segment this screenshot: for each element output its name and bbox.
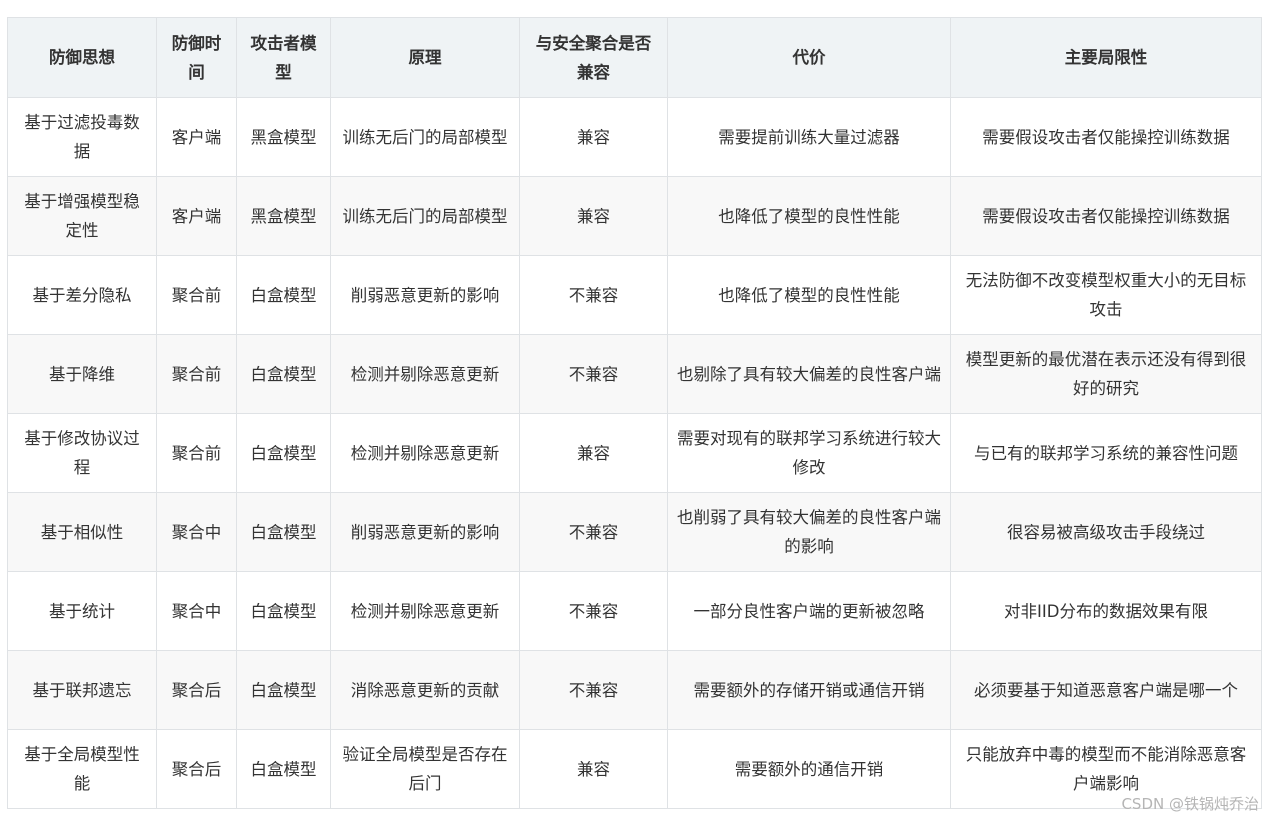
- cell-defense-idea: 基于相似性: [7, 492, 157, 572]
- cell-cost: 也剔除了具有较大偏差的良性客户端: [667, 334, 951, 414]
- cell-compatible: 不兼容: [519, 255, 668, 335]
- cell-principle: 训练无后门的局部模型: [330, 97, 520, 177]
- cell-principle: 检测并剔除恶意更新: [330, 413, 520, 493]
- table-row: 基于联邦遗忘 聚合后 白盒模型 消除恶意更新的贡献 不兼容 需要额外的存储开销或…: [7, 650, 1262, 730]
- cell-cost: 也削弱了具有较大偏差的良性客户端的影响: [667, 492, 951, 572]
- cell-cost: 需要提前训练大量过滤器: [667, 97, 951, 177]
- cell-defense-idea: 基于增强模型稳定性: [7, 176, 157, 256]
- cell-limitation: 需要假设攻击者仅能操控训练数据: [950, 176, 1262, 256]
- cell-cost: 一部分良性客户端的更新被忽略: [667, 571, 951, 651]
- header-principle: 原理: [330, 17, 520, 98]
- cell-defense-time: 客户端: [156, 176, 237, 256]
- cell-defense-time: 聚合后: [156, 650, 237, 730]
- header-defense-time: 防御时间: [156, 17, 237, 98]
- cell-limitation: 很容易被高级攻击手段绕过: [950, 492, 1262, 572]
- table-row: 基于过滤投毒数据 客户端 黑盒模型 训练无后门的局部模型 兼容 需要提前训练大量…: [7, 97, 1262, 177]
- cell-principle: 削弱恶意更新的影响: [330, 492, 520, 572]
- cell-defense-idea: 基于过滤投毒数据: [7, 97, 157, 177]
- cell-attacker-model: 黑盒模型: [236, 97, 331, 177]
- table-row: 基于相似性 聚合中 白盒模型 削弱恶意更新的影响 不兼容 也削弱了具有较大偏差的…: [7, 492, 1262, 572]
- table-row: 基于增强模型稳定性 客户端 黑盒模型 训练无后门的局部模型 兼容 也降低了模型的…: [7, 176, 1262, 256]
- cell-compatible: 兼容: [519, 97, 668, 177]
- header-row: 防御思想 防御时间 攻击者模型 原理 与安全聚合是否兼容 代价 主要局限性: [7, 17, 1262, 98]
- cell-attacker-model: 白盒模型: [236, 650, 331, 730]
- cell-attacker-model: 白盒模型: [236, 571, 331, 651]
- table-body: 基于过滤投毒数据 客户端 黑盒模型 训练无后门的局部模型 兼容 需要提前训练大量…: [7, 97, 1262, 809]
- cell-limitation: 无法防御不改变模型权重大小的无目标攻击: [950, 255, 1262, 335]
- cell-cost: 也降低了模型的良性性能: [667, 255, 951, 335]
- cell-principle: 消除恶意更新的贡献: [330, 650, 520, 730]
- cell-defense-time: 聚合中: [156, 492, 237, 572]
- cell-compatible: 兼容: [519, 729, 668, 809]
- cell-defense-time: 聚合前: [156, 413, 237, 493]
- cell-defense-time: 聚合后: [156, 729, 237, 809]
- cell-cost: 需要对现有的联邦学习系统进行较大修改: [667, 413, 951, 493]
- cell-principle: 检测并剔除恶意更新: [330, 571, 520, 651]
- cell-defense-time: 聚合前: [156, 334, 237, 414]
- cell-defense-idea: 基于差分隐私: [7, 255, 157, 335]
- cell-principle: 检测并剔除恶意更新: [330, 334, 520, 414]
- cell-attacker-model: 白盒模型: [236, 334, 331, 414]
- defense-comparison-table: 防御思想 防御时间 攻击者模型 原理 与安全聚合是否兼容 代价 主要局限性 基于…: [7, 17, 1262, 809]
- watermark: CSDN @铁锅炖乔治: [1121, 795, 1259, 813]
- cell-defense-time: 客户端: [156, 97, 237, 177]
- cell-principle: 验证全局模型是否存在后门: [330, 729, 520, 809]
- cell-cost: 需要额外的通信开销: [667, 729, 951, 809]
- header-defense-idea: 防御思想: [7, 17, 157, 98]
- table-row: 基于全局模型性能 聚合后 白盒模型 验证全局模型是否存在后门 兼容 需要额外的通…: [7, 729, 1262, 809]
- cell-attacker-model: 黑盒模型: [236, 176, 331, 256]
- cell-compatible: 兼容: [519, 176, 668, 256]
- cell-principle: 削弱恶意更新的影响: [330, 255, 520, 335]
- cell-compatible: 不兼容: [519, 492, 668, 572]
- cell-compatible: 兼容: [519, 413, 668, 493]
- table-row: 基于降维 聚合前 白盒模型 检测并剔除恶意更新 不兼容 也剔除了具有较大偏差的良…: [7, 334, 1262, 414]
- cell-defense-time: 聚合前: [156, 255, 237, 335]
- header-secure-aggregation-compatible: 与安全聚合是否兼容: [519, 17, 668, 98]
- cell-compatible: 不兼容: [519, 334, 668, 414]
- table-row: 基于统计 聚合中 白盒模型 检测并剔除恶意更新 不兼容 一部分良性客户端的更新被…: [7, 571, 1262, 651]
- cell-defense-idea: 基于全局模型性能: [7, 729, 157, 809]
- cell-principle: 训练无后门的局部模型: [330, 176, 520, 256]
- table-row: 基于修改协议过程 聚合前 白盒模型 检测并剔除恶意更新 兼容 需要对现有的联邦学…: [7, 413, 1262, 493]
- cell-cost: 也降低了模型的良性性能: [667, 176, 951, 256]
- cell-compatible: 不兼容: [519, 571, 668, 651]
- cell-limitation: 需要假设攻击者仅能操控训练数据: [950, 97, 1262, 177]
- cell-limitation: 对非IID分布的数据效果有限: [950, 571, 1262, 651]
- cell-attacker-model: 白盒模型: [236, 492, 331, 572]
- cell-limitation: 模型更新的最优潜在表示还没有得到很好的研究: [950, 334, 1262, 414]
- cell-cost: 需要额外的存储开销或通信开销: [667, 650, 951, 730]
- header-attacker-model: 攻击者模型: [236, 17, 331, 98]
- header-main-limitation: 主要局限性: [950, 17, 1262, 98]
- cell-attacker-model: 白盒模型: [236, 729, 331, 809]
- table-row: 基于差分隐私 聚合前 白盒模型 削弱恶意更新的影响 不兼容 也降低了模型的良性性…: [7, 255, 1262, 335]
- cell-limitation: 与已有的联邦学习系统的兼容性问题: [950, 413, 1262, 493]
- header-cost: 代价: [667, 17, 951, 98]
- cell-attacker-model: 白盒模型: [236, 413, 331, 493]
- table-header: 防御思想 防御时间 攻击者模型 原理 与安全聚合是否兼容 代价 主要局限性: [7, 17, 1262, 98]
- cell-defense-time: 聚合中: [156, 571, 237, 651]
- cell-compatible: 不兼容: [519, 650, 668, 730]
- cell-defense-idea: 基于联邦遗忘: [7, 650, 157, 730]
- cell-defense-idea: 基于降维: [7, 334, 157, 414]
- cell-defense-idea: 基于修改协议过程: [7, 413, 157, 493]
- cell-defense-idea: 基于统计: [7, 571, 157, 651]
- cell-limitation: 必须要基于知道恶意客户端是哪一个: [950, 650, 1262, 730]
- cell-attacker-model: 白盒模型: [236, 255, 331, 335]
